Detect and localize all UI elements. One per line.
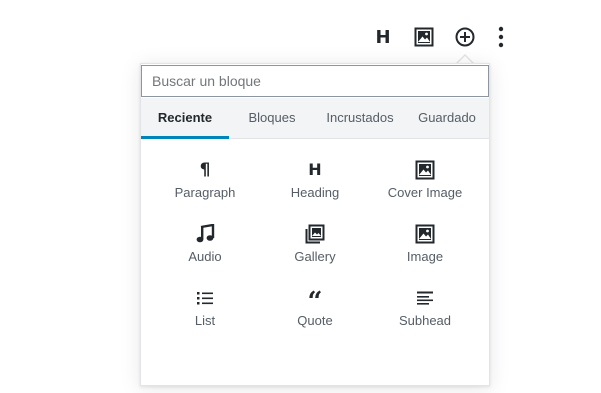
quote-glyph: “ [307,287,323,317]
block-row: Audio Gallery Image [141,219,489,283]
image-icon [414,27,434,47]
gallery-icon [303,223,327,245]
list-icon [193,287,217,309]
paragraph-glyph: ¶ [199,159,211,180]
editor-canvas: H Buscar un bloque Reciente Bloques Incr… [0,0,601,393]
block-item-audio[interactable]: Audio [150,219,260,283]
block-list: ¶ Paragraph H Heading Cover Image Audio … [141,155,489,347]
block-label: Paragraph [174,185,236,200]
tab-recent[interactable]: Reciente [141,98,229,139]
add-block-icon [455,27,475,47]
block-item-heading[interactable]: H Heading [260,155,370,219]
more-options-icon [498,26,504,48]
block-row: ¶ Paragraph H Heading Cover Image [141,155,489,219]
block-search-input[interactable] [141,65,489,97]
block-label: Subhead [398,313,452,328]
image-block-button[interactable] [409,24,439,50]
paragraph-icon: ¶ [193,159,217,181]
block-label: List [194,313,216,328]
block-label: Quote [297,313,333,328]
block-item-list[interactable]: List [150,283,260,347]
more-options-button[interactable] [491,24,511,50]
block-item-subhead[interactable]: Subhead [370,283,480,347]
block-item-quote[interactable]: “ Quote [260,283,370,347]
block-label: Audio [188,249,222,264]
block-row: List “ Quote Subhead [141,283,489,347]
add-block-button[interactable] [450,24,480,50]
tab-embeds[interactable]: Incrustados [315,98,405,138]
subhead-icon [413,287,437,309]
block-label: Gallery [294,249,336,264]
block-label: Image [406,249,444,264]
tab-saved[interactable]: Guardado [405,98,489,138]
editor-toolbar: H [368,24,511,50]
audio-icon [193,223,217,245]
cover-image-icon [413,159,437,181]
block-item-gallery[interactable]: Gallery [260,219,370,283]
block-item-cover-image[interactable]: Cover Image [370,155,480,219]
tab-blocks[interactable]: Bloques [229,98,315,138]
heading-block-button[interactable]: H [368,24,398,50]
quote-icon: “ [303,287,327,315]
block-inserter-popover: Reciente Bloques Incrustados Guardado ¶ … [140,63,490,386]
inserter-tabs: Reciente Bloques Incrustados Guardado [141,98,489,139]
block-item-paragraph[interactable]: ¶ Paragraph [150,155,260,219]
image-icon [413,223,437,245]
heading-glyph: H [308,160,322,179]
block-item-image[interactable]: Image [370,219,480,283]
block-label: Heading [290,185,340,200]
heading-icon: H [303,159,327,181]
block-label: Cover Image [387,185,463,200]
heading-icon: H [375,26,391,48]
inserter-search-wrap [141,64,489,97]
